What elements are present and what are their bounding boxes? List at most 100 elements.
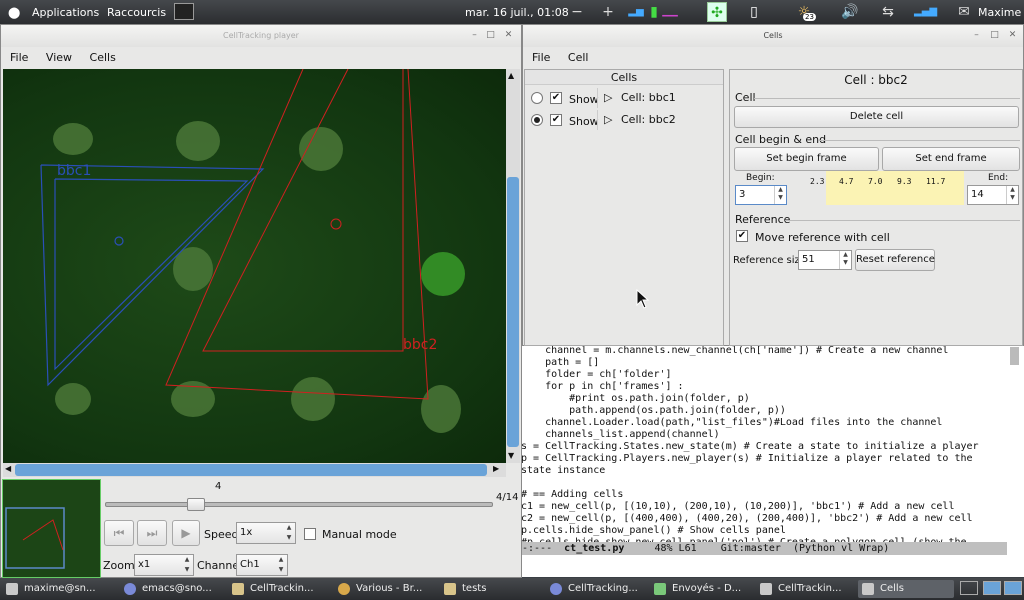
frame-range-ruler[interactable]: 2.3 4.7 7.0 9.3 11.7 (794, 171, 964, 205)
editor-scroll-thumb[interactable] (1010, 347, 1019, 365)
thumbnail-preview[interactable] (2, 479, 101, 578)
cell-overlay[interactable]: bbc1 bbc2 (3, 69, 506, 463)
network-map-icon[interactable]: ✣ (707, 2, 727, 22)
show-checkbox-bbc2[interactable]: ✔ (550, 114, 562, 126)
task-celltracking-2[interactable]: CellTracking... (546, 580, 648, 598)
code-line[interactable]: p = CellTracking.Players.new_player(s) #… (522, 453, 973, 465)
workspace-2[interactable] (983, 581, 1001, 595)
reset-reference-button[interactable]: Reset reference (855, 249, 935, 271)
close-icon[interactable]: ✕ (502, 29, 515, 42)
task-cells[interactable]: Cells (858, 580, 954, 598)
set-end-frame-button[interactable]: Set end frame (882, 147, 1020, 171)
expand-arrow-icon[interactable]: ▷ (604, 113, 612, 126)
set-begin-frame-button[interactable]: Set begin frame (734, 147, 879, 171)
chat-icon[interactable]: ✉ (954, 2, 974, 22)
plus-icon[interactable]: + (598, 2, 618, 22)
code-line[interactable]: c2 = new_cell(p, [(400,400), (400,20), (… (522, 513, 973, 525)
user-menu[interactable]: Maxime (978, 6, 1021, 19)
cells-titlebar[interactable]: Cells – □ ✕ (523, 25, 1023, 47)
frame-slider[interactable] (105, 498, 493, 511)
menu-file[interactable]: File (10, 51, 28, 64)
code-line[interactable]: channel = m.channels.new_channel(ch['nam… (522, 345, 948, 357)
reference-size-spinbox[interactable]: 51 ▲ ▼ (798, 250, 852, 270)
cell-radio-bbc2[interactable] (531, 114, 543, 126)
minus-icon[interactable]: − (567, 2, 587, 22)
applications-menu-icon[interactable]: ⬤ (8, 6, 20, 19)
code-line[interactable]: #print os.path.join(folder, p) (522, 393, 750, 405)
previous-button[interactable]: ⏮ (104, 520, 134, 546)
microscope-image-view[interactable]: bbc1 bbc2 (3, 69, 506, 463)
cell-row-bbc2[interactable]: ✔ Show ▷ Cell: bbc2 (525, 110, 723, 130)
minimize-icon[interactable]: – (970, 29, 983, 42)
code-line[interactable]: p.cells.hide_show_panel() # Show cells p… (522, 525, 786, 537)
next-button[interactable]: ⏭ (137, 520, 167, 546)
code-line[interactable]: for p in ch['frames'] : (522, 381, 683, 393)
volume-icon[interactable]: 🔊 (840, 2, 860, 22)
code-line[interactable]: c1 = new_cell(p, [(10,10), (200,10), (10… (522, 501, 954, 513)
cell-radio-bbc1[interactable] (531, 92, 543, 104)
menu-cells[interactable]: Cells (90, 51, 116, 64)
code-line[interactable]: # == Adding cells (522, 489, 623, 501)
channel-select[interactable]: Ch1 ▲ ▼ (236, 554, 288, 576)
workspace-3[interactable] (1004, 581, 1022, 595)
applications-menu[interactable]: Applications (32, 6, 99, 19)
move-reference-checkbox[interactable]: ✔ (736, 230, 748, 242)
task-emacs[interactable]: emacs@sno... (120, 580, 226, 598)
spin-arrows-icon[interactable]: ▲ ▼ (774, 186, 786, 204)
code-line[interactable]: channels_list.append(channel) (522, 429, 720, 441)
manual-mode-checkbox[interactable] (304, 528, 316, 540)
workspace-1[interactable] (960, 581, 978, 595)
code-line[interactable]: path = [] (522, 357, 599, 369)
shortcuts-menu[interactable]: Raccourcis (107, 6, 166, 19)
task-celltracking-3[interactable]: CellTrackin... (756, 580, 856, 598)
spin-arrows-icon[interactable]: ▲ ▼ (1006, 186, 1018, 204)
menu-view[interactable]: View (46, 51, 72, 64)
play-button[interactable]: ▶ (172, 520, 200, 546)
expand-arrow-icon[interactable]: ▷ (604, 91, 612, 104)
task-sent-mail[interactable]: Envoyés - D... (650, 580, 754, 598)
code-line[interactable]: s = CellTracking.States.new_state(m) # C… (522, 441, 979, 453)
code-line[interactable]: state instance (522, 465, 605, 477)
code-line[interactable]: folder = ch['folder'] (522, 369, 671, 381)
wifi-signal-icon[interactable]: ▂▄▆ (914, 2, 937, 22)
cpu-monitor-icon[interactable]: ▁▁ (660, 2, 680, 22)
terminal-launcher-icon[interactable] (174, 3, 194, 20)
cell-row-bbc1[interactable]: ✔ Show ▷ Cell: bbc1 (525, 88, 723, 108)
code-line[interactable]: path.append(os.path.join(folder, p)) (522, 405, 786, 417)
cell-bbc2-shape[interactable] (165, 69, 429, 400)
scroll-left-icon[interactable]: ◀ (5, 464, 11, 473)
delete-cell-button[interactable]: Delete cell (734, 106, 1019, 128)
end-frame-spinbox[interactable]: 14 ▲ ▼ (967, 185, 1019, 205)
chart-icon[interactable]: ▂▅ (626, 2, 646, 22)
cells-menu-file[interactable]: File (532, 51, 550, 64)
player-titlebar[interactable]: CellTracking player – □ ✕ (1, 25, 521, 47)
cells-menu-cell[interactable]: Cell (568, 51, 589, 64)
emacs-editor[interactable]: channel = m.channels.new_channel(ch['nam… (522, 345, 1024, 577)
minimize-icon[interactable]: – (468, 29, 481, 42)
begin-frame-spinbox[interactable]: 3 ▲ ▼ (735, 185, 787, 205)
zoom-select[interactable]: x1 ▲ ▼ (134, 554, 194, 576)
vertical-scrollbar[interactable]: ▲ ▼ (506, 69, 520, 463)
show-checkbox-bbc1[interactable]: ✔ (550, 92, 562, 104)
vertical-scroll-thumb[interactable] (507, 177, 519, 447)
code-line[interactable]: channel.Loader.load(path,"list_files")#L… (522, 417, 942, 429)
horizontal-scrollbar[interactable]: ◀ ▶ (3, 463, 506, 477)
horizontal-scroll-thumb[interactable] (15, 464, 487, 476)
scroll-right-icon[interactable]: ▶ (493, 464, 499, 473)
task-various[interactable]: Various - Br... (334, 580, 436, 598)
maximize-icon[interactable]: □ (988, 29, 1001, 42)
maximize-icon[interactable]: □ (484, 29, 497, 42)
battery-icon[interactable]: ▯ (744, 2, 764, 22)
speed-select[interactable]: 1x ▲ ▼ (236, 522, 296, 544)
task-terminal[interactable]: maxime@sn... (2, 580, 118, 598)
spin-arrows-icon[interactable]: ▲ ▼ (839, 251, 851, 269)
scroll-down-icon[interactable]: ▼ (508, 451, 514, 460)
task-celltracking-1[interactable]: CellTrackin... (228, 580, 330, 598)
scroll-up-icon[interactable]: ▲ (508, 71, 514, 80)
clock[interactable]: mar. 16 juil., 01:08 (465, 6, 569, 19)
cell-bbc1-shape[interactable] (40, 164, 265, 387)
close-icon[interactable]: ✕ (1006, 29, 1019, 42)
network-icon[interactable]: ⇆ (878, 2, 898, 22)
code-area[interactable]: channel = m.channels.new_channel(ch['nam… (522, 345, 1007, 542)
task-tests[interactable]: tests (440, 580, 540, 598)
